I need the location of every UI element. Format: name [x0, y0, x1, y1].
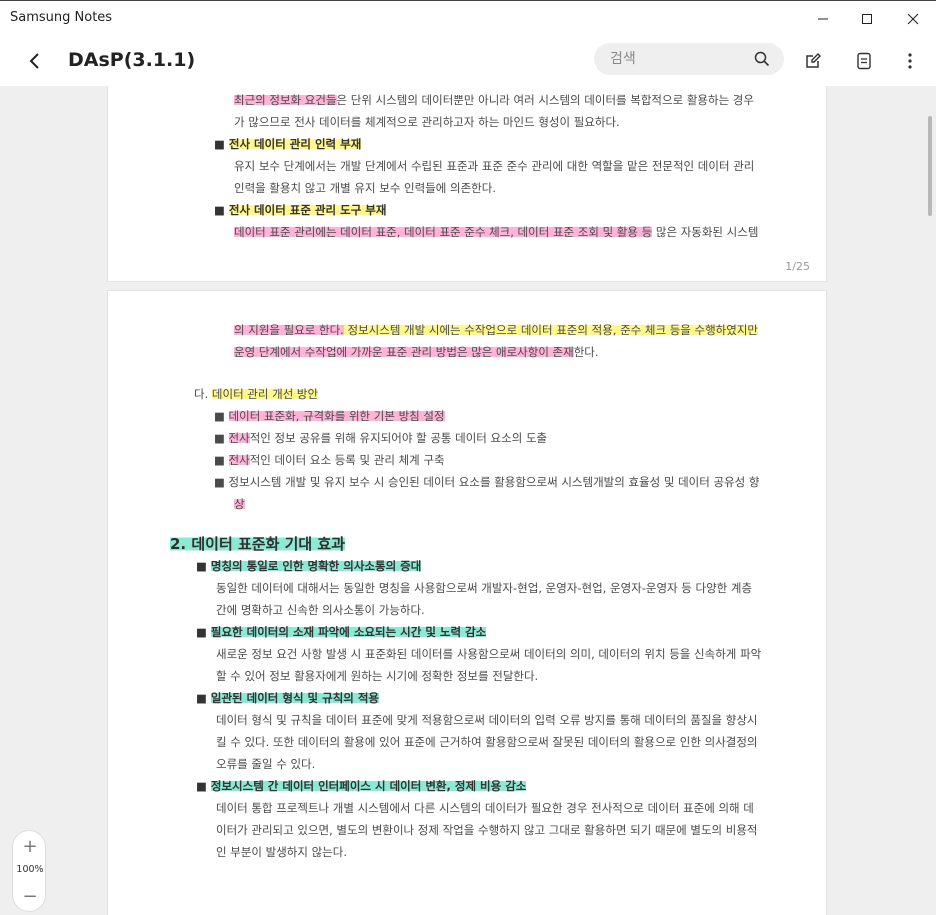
- pdf-page-1: 최근의 정보화 요건들은 단위 시스템의 데이터뿐만 아니라 여러 시스템의 데…: [107, 86, 827, 282]
- search-icon[interactable]: [754, 51, 770, 67]
- page2-line-1: 의 지원을 필요로 한다. 정보시스템 개발 시에는 수작업으로 데이터 표준의…: [234, 323, 759, 337]
- chevron-left-icon: [29, 53, 39, 69]
- window-titlebar: Samsung Notes: [0, 0, 936, 36]
- page2-section-label: 다. 데이터 관리 개선 방안: [194, 387, 319, 401]
- page1-line-7: 데이터 표준 관리에는 데이터 표준, 데이터 표준 준수 체크, 데이터 표준…: [234, 225, 759, 239]
- back-button[interactable]: [22, 48, 48, 74]
- page1-heading-2: ■ 전사 데이터 표준 관리 도구 부재: [214, 203, 387, 217]
- page1-heading-1: ■ 전사 데이터 관리 인력 부재: [214, 137, 362, 151]
- edit-pen-icon: [806, 53, 821, 68]
- minimize-icon: [818, 18, 828, 20]
- page2-bullet-4-cont: 상: [234, 497, 245, 511]
- page2-bullet-3: ■ 전사적인 데이터 요소 등록 및 관리 체계 구축: [214, 453, 445, 467]
- minimize-button[interactable]: [800, 1, 846, 37]
- close-button[interactable]: [890, 1, 936, 37]
- subheading-2: ■ 필요한 데이터의 소재 파악에 소요되는 시간 및 노력 감소: [196, 625, 487, 639]
- page1-line-1: 최근의 정보화 요건들은 단위 시스템의 데이터뿐만 아니라 여러 시스템의 데…: [234, 93, 754, 107]
- paragraph-1-line-2: 간에 명확하고 신속한 의사소통이 가능하다.: [216, 603, 425, 617]
- document-icon: [857, 52, 871, 70]
- note-toolbar: DAsP(3.1.1): [0, 36, 936, 86]
- page2-bullet-4: ■ 정보시스템 개발 및 유지 보수 시 승인된 데이터 요소를 활용함으로써 …: [214, 475, 760, 489]
- paragraph-3-line-1: 데이터 형식 및 규칙을 데이터 표준에 맞게 적용함으로써 데이터의 입력 오…: [216, 713, 758, 727]
- pdf-page-2: 의 지원을 필요로 한다. 정보시스템 개발 시에는 수작업으로 데이터 표준의…: [107, 290, 827, 915]
- paragraph-3-line-3: 오류를 줄일 수 있다.: [216, 757, 316, 771]
- more-options-button[interactable]: [896, 47, 924, 75]
- zoom-in-button[interactable]: +: [13, 833, 47, 859]
- page2-line-2: 운영 단계에서 수작업에 가까운 표준 관리 방법은 많은 애로사항이 존재한다…: [234, 345, 599, 359]
- search-input[interactable]: [610, 43, 750, 75]
- page-number: 1/25: [785, 260, 810, 273]
- maximize-button[interactable]: [844, 1, 890, 37]
- zoom-control: + 100% −: [12, 830, 46, 912]
- app-title: Samsung Notes: [10, 10, 113, 25]
- subheading-3: ■ 일관된 데이터 형식 및 규칙의 적용: [196, 691, 380, 705]
- paragraph-4-line-3: 인 부분이 발생하지 않는다.: [216, 845, 348, 859]
- note-title: DAsP(3.1.1): [68, 49, 196, 71]
- maximize-icon: [862, 14, 872, 24]
- edit-button[interactable]: [799, 47, 827, 75]
- zoom-level: 100%: [16, 864, 44, 875]
- paragraph-2-line-2: 할 수 있어 정보 활용자에게 원하는 시기에 정확한 정보를 전달한다.: [216, 669, 539, 683]
- page1-line-5: 인력을 활용치 않고 개별 유지 보수 인력들에 의존한다.: [234, 181, 497, 195]
- scrollbar-thumb[interactable]: [928, 116, 932, 216]
- zoom-out-button[interactable]: −: [13, 883, 47, 909]
- subheading-1: ■ 명칭의 통일로 인한 명확한 의사소통의 증대: [196, 559, 422, 573]
- more-vertical-icon: [908, 53, 912, 69]
- page1-line-4: 유지 보수 단계에서는 개발 단계에서 수립된 표준과 표준 준수 관리에 대한…: [234, 159, 755, 173]
- page1-line-2: 가 많으므로 전사 데이터를 체계적으로 관리하고자 하는 마인드 형성이 필요…: [234, 115, 620, 129]
- paragraph-2-line-1: 새로운 정보 요건 사항 발생 시 표준화된 데이터를 사용함으로써 데이터의 …: [216, 647, 762, 661]
- search-box[interactable]: [594, 43, 784, 75]
- close-icon: [907, 13, 919, 25]
- page2-bullet-2: ■ 전사적인 정보 공유를 위해 유지되어야 할 공통 데이터 요소의 도출: [214, 431, 548, 445]
- subheading-4: ■ 정보시스템 간 데이터 인터페이스 시 데이터 변환, 정제 비용 감소: [196, 779, 527, 793]
- section-heading: 2. 데이터 표준화 기대 효과: [170, 535, 346, 553]
- page-layout-button[interactable]: [850, 47, 878, 75]
- paragraph-4-line-1: 데이터 통합 프로젝트나 개별 시스템에서 다른 시스템의 데이터가 필요한 경…: [216, 801, 754, 815]
- pdf-viewer[interactable]: 최근의 정보화 요건들은 단위 시스템의 데이터뿐만 아니라 여러 시스템의 데…: [0, 86, 936, 915]
- paragraph-4-line-2: 이터가 관리되고 있으면, 별도의 변환이나 정제 작업을 수행하지 않고 그대…: [216, 823, 758, 837]
- vertical-scrollbar[interactable]: [924, 86, 934, 915]
- paragraph-3-line-2: 킬 수 있다. 또한 데이터의 활용에 있어 표준에 근거하여 활용함으로써 잘…: [216, 735, 758, 749]
- paragraph-1-line-1: 동일한 데이터에 대해서는 동일한 명칭을 사용함으로써 개발자-현업, 운영자…: [216, 581, 753, 595]
- page2-bullet-1: ■ 데이터 표준화, 규격화를 위한 기본 방침 설정: [214, 409, 445, 423]
